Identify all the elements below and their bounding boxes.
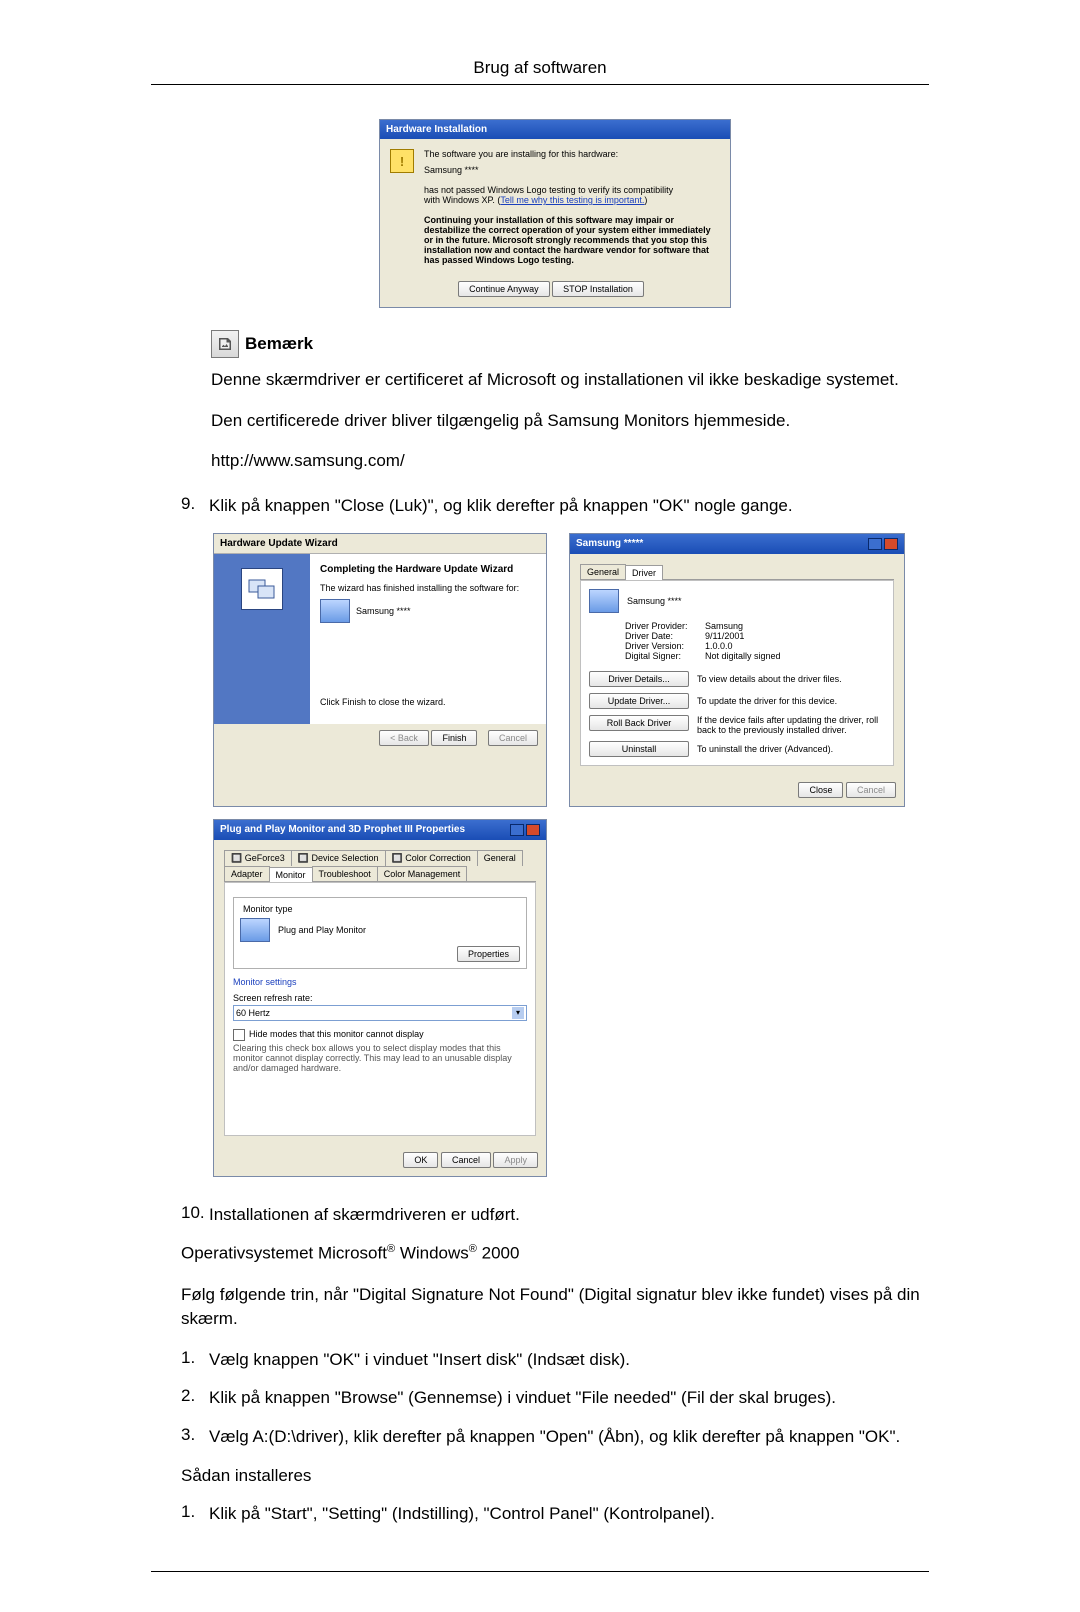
tab-driver[interactable]: Driver [625,565,663,580]
monitor-type-heading: Monitor type [240,904,296,914]
hide-modes-label: Hide modes that this monitor cannot disp… [249,1029,424,1041]
hw-install-dialog: Hardware Installation ! The software you… [379,119,731,308]
step-9-text: Klik på knappen "Close (Luk)", og klik d… [209,494,929,519]
update-driver-button[interactable]: Update Driver... [589,693,689,709]
hw-install-title: Hardware Installation [386,124,487,135]
tab-color-correction[interactable]: 🔲 Color Correction [385,850,478,866]
tell-me-link[interactable]: Tell me why this testing is important. [500,195,644,205]
alert-icon: ! [390,149,414,173]
ok-button[interactable]: OK [403,1152,438,1168]
hide-modes-checkbox[interactable] [233,1029,245,1041]
uninstall-text: To uninstall the driver (Advanced). [697,744,833,754]
page-title: Brug af softwaren [151,58,929,78]
note-paragraph-3: http://www.samsung.com/ [211,449,929,474]
wizard-heading: Completing the Hardware Update Wizard [320,564,536,575]
continue-anyway-button[interactable]: Continue Anyway [458,281,550,297]
divider [151,84,929,85]
finish-button[interactable]: Finish [431,730,477,746]
step-10-text: Installationen af skærmdriveren er udfør… [209,1203,929,1228]
props-title: Plug and Play Monitor and 3D Prophet III… [220,824,465,835]
close-button[interactable]: Close [798,782,843,798]
back-button[interactable]: < Back [379,730,429,746]
wizard-line1: The wizard has finished installing the s… [320,583,536,593]
uninstall-button[interactable]: Uninstall [589,741,689,757]
s3-text: Vælg A:(D:\driver), klik derefter på kna… [209,1425,929,1450]
provider-value: Samsung [705,621,743,631]
tab-adapter[interactable]: Adapter [224,866,270,881]
wizard-hero-icon [241,568,283,610]
monitor-icon [240,918,270,942]
wizard-device: Samsung **** [356,606,411,616]
signer-label: Digital Signer: [625,651,705,661]
divider [151,1571,929,1572]
date-label: Driver Date: [625,631,705,641]
refresh-rate-select[interactable]: 60 Hertz ▾ [233,1005,527,1021]
version-value: 1.0.0.0 [705,641,733,651]
monitor-settings-heading: Monitor settings [233,977,527,987]
tab-color-management[interactable]: Color Management [377,866,468,881]
hw-install-line2b: with Windows XP. ( [424,195,500,205]
tab-geforce[interactable]: 🔲 GeForce3 [224,850,292,866]
monitor-props-dialog: Plug and Play Monitor and 3D Prophet III… [213,819,547,1177]
hw-install-line1: The software you are installing for this… [424,149,720,159]
driver-dlg-title: Samsung ***** [576,538,643,549]
monitor-type-value: Plug and Play Monitor [278,925,366,935]
cancel-button[interactable]: Cancel [488,730,538,746]
monitor-icon [320,599,350,623]
version-label: Driver Version: [625,641,705,651]
refresh-rate-value: 60 Hertz [236,1008,270,1018]
rollback-driver-text: If the device fails after updating the d… [697,715,885,735]
tab-general[interactable]: General [477,850,523,866]
properties-button[interactable]: Properties [457,946,520,962]
dig-sig-paragraph: Følg følgende trin, når "Digital Signatu… [151,1283,929,1332]
update-driver-text: To update the driver for this device. [697,696,837,706]
i1-text: Klik på "Start", "Setting" (Indstilling)… [209,1502,929,1527]
hw-install-warning: Continuing your installation of this sof… [424,215,720,265]
s2-text: Klik på knappen "Browse" (Gennemse) i vi… [209,1386,929,1411]
signer-value: Not digitally signed [705,651,781,661]
rollback-driver-button[interactable]: Roll Back Driver [589,715,689,731]
wizard-title: Hardware Update Wizard [220,538,338,549]
note-paragraph-2: Den certificerede driver bliver tilgænge… [211,409,929,434]
close-icon[interactable] [884,538,898,550]
driver-details-text: To view details about the driver files. [697,674,842,684]
chevron-down-icon: ▾ [512,1007,524,1019]
close-icon[interactable] [526,824,540,836]
tab-troubleshoot[interactable]: Troubleshoot [312,866,378,881]
help-icon[interactable] [868,538,882,550]
driver-props-dialog: Samsung ***** General Driver Samsung ***… [569,533,905,807]
tab-general[interactable]: General [580,564,626,579]
date-value: 9/11/2001 [705,631,744,641]
hide-modes-hint: Clearing this check box allows you to se… [233,1043,527,1073]
hw-install-line2c: ) [644,195,647,205]
wizard-close-hint: Click Finish to close the wizard. [320,697,536,707]
os-heading: Operativsystemet Microsoft® Windows® 200… [151,1241,929,1266]
s2-num: 2. [181,1386,209,1411]
step-9-number: 9. [181,494,209,519]
tab-device-selection[interactable]: 🔲 Device Selection [291,850,386,866]
s1-num: 1. [181,1348,209,1373]
note-paragraph-1: Denne skærmdriver er certificeret af Mic… [211,368,929,393]
driver-details-button[interactable]: Driver Details... [589,671,689,687]
hw-install-device: Samsung **** [424,165,720,175]
refresh-rate-label: Screen refresh rate: [233,993,527,1003]
i1-num: 1. [181,1502,209,1527]
cancel-button[interactable]: Cancel [846,782,896,798]
hw-install-line2a: has not passed Windows Logo testing to v… [424,185,673,195]
help-icon[interactable] [510,824,524,836]
tab-monitor[interactable]: Monitor [269,867,313,882]
cancel-button[interactable]: Cancel [441,1152,491,1168]
step-10-number: 10. [181,1203,209,1228]
provider-label: Driver Provider: [625,621,705,631]
apply-button[interactable]: Apply [493,1152,538,1168]
note-heading: Bemærk [245,334,313,354]
s3-num: 3. [181,1425,209,1450]
note-icon [211,330,239,358]
install-heading: Sådan installeres [151,1464,929,1489]
stop-installation-button[interactable]: STOP Installation [552,281,644,297]
wizard-dialog: Hardware Update Wizard Completing the Ha… [213,533,547,807]
s1-text: Vælg knappen "OK" i vinduet "Insert disk… [209,1348,929,1373]
monitor-icon [589,589,619,613]
driver-device: Samsung **** [627,596,682,606]
